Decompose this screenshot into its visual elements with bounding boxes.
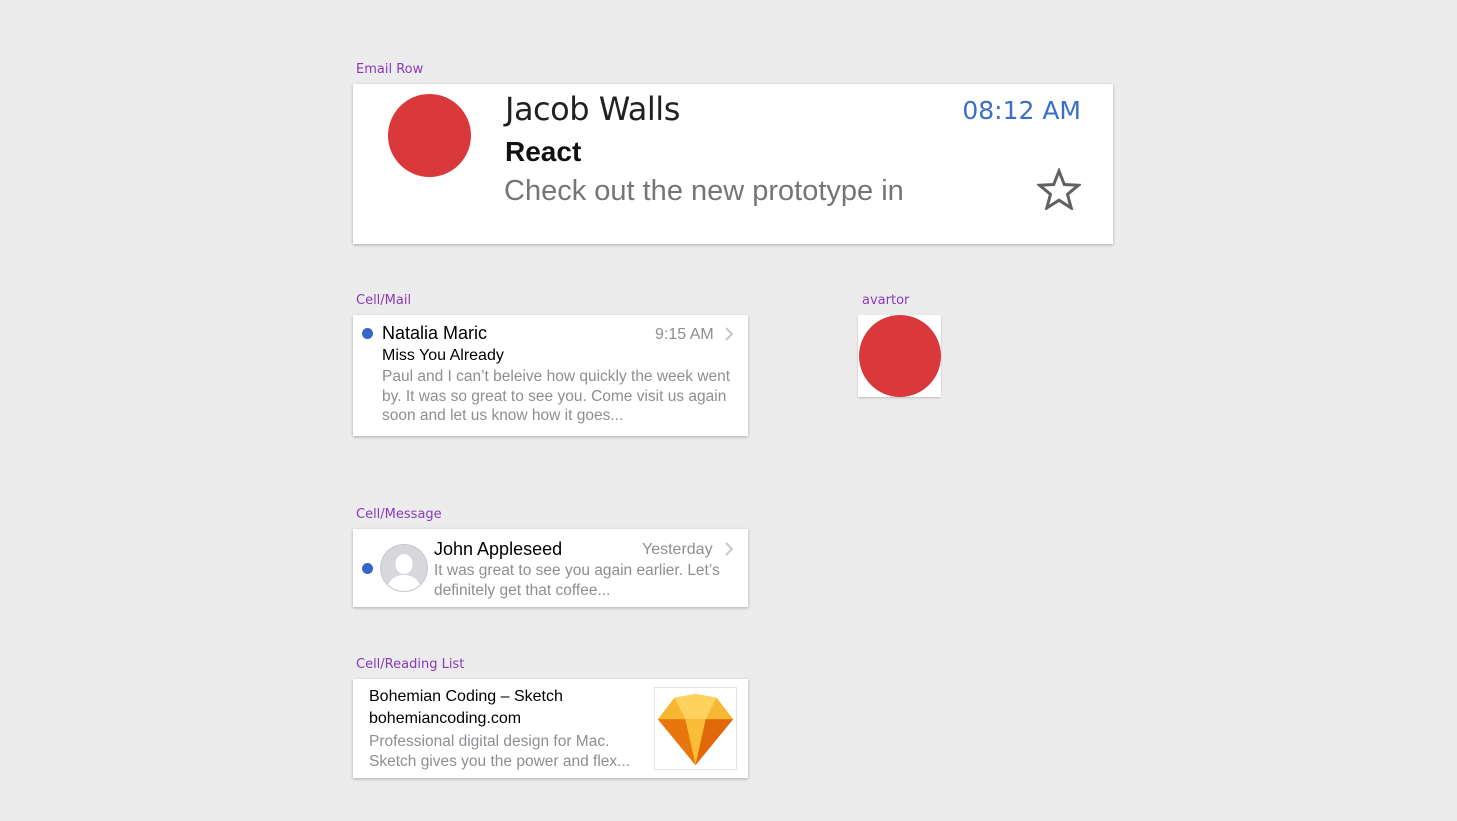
artboard-label-email-row: Email Row bbox=[356, 62, 424, 77]
message-sender: John Appleseed bbox=[434, 539, 563, 559]
email-preview: Check out the new prototype in bbox=[504, 175, 904, 207]
mail-time: 9:15 AM bbox=[655, 326, 714, 343]
person-placeholder-icon bbox=[380, 544, 428, 592]
email-row-card[interactable]: Jacob Walls React Check out the new prot… bbox=[353, 84, 1113, 244]
reading-url: bohemiancoding.com bbox=[369, 710, 522, 727]
message-preview: It was great to see you again earlier. L… bbox=[434, 562, 720, 599]
reading-title: Bohemian Coding – Sketch bbox=[369, 688, 563, 705]
sketch-diamond-icon bbox=[657, 693, 734, 766]
cell-mail[interactable]: Natalia Maric 9:15 AM Miss You Already P… bbox=[353, 315, 748, 436]
avatar-artboard bbox=[858, 315, 941, 397]
mail-sender: Natalia Maric bbox=[382, 323, 488, 343]
chevron-right-icon bbox=[725, 327, 733, 341]
chevron-right-icon bbox=[725, 542, 733, 556]
unread-dot bbox=[362, 563, 373, 574]
artboard-label-cell-message: Cell/Message bbox=[356, 507, 442, 522]
cell-reading-list[interactable]: Bohemian Coding – Sketch bohemiancoding.… bbox=[353, 679, 748, 778]
reading-description: Professional digital design for Mac. Ske… bbox=[369, 733, 631, 770]
unread-dot bbox=[362, 328, 373, 339]
sender-avatar bbox=[388, 94, 471, 177]
avatar bbox=[859, 315, 941, 397]
artboard-label-cell-mail: Cell/Mail bbox=[356, 293, 412, 308]
email-subject: React bbox=[505, 136, 582, 167]
reading-thumbnail bbox=[654, 687, 737, 770]
message-time: Yesterday bbox=[642, 541, 713, 558]
email-time: 08:12 AM bbox=[962, 96, 1081, 125]
star-outline-icon[interactable] bbox=[1037, 168, 1081, 210]
mail-subject: Miss You Already bbox=[382, 347, 504, 364]
email-sender: Jacob Walls bbox=[505, 90, 680, 128]
cell-message[interactable]: John Appleseed Yesterday It was great to… bbox=[353, 529, 748, 607]
artboard-label-avatar: avartor bbox=[862, 293, 910, 308]
artboard-label-cell-reading-list: Cell/Reading List bbox=[356, 657, 465, 672]
mail-preview: Paul and I can’t beleive how quickly the… bbox=[382, 368, 731, 424]
